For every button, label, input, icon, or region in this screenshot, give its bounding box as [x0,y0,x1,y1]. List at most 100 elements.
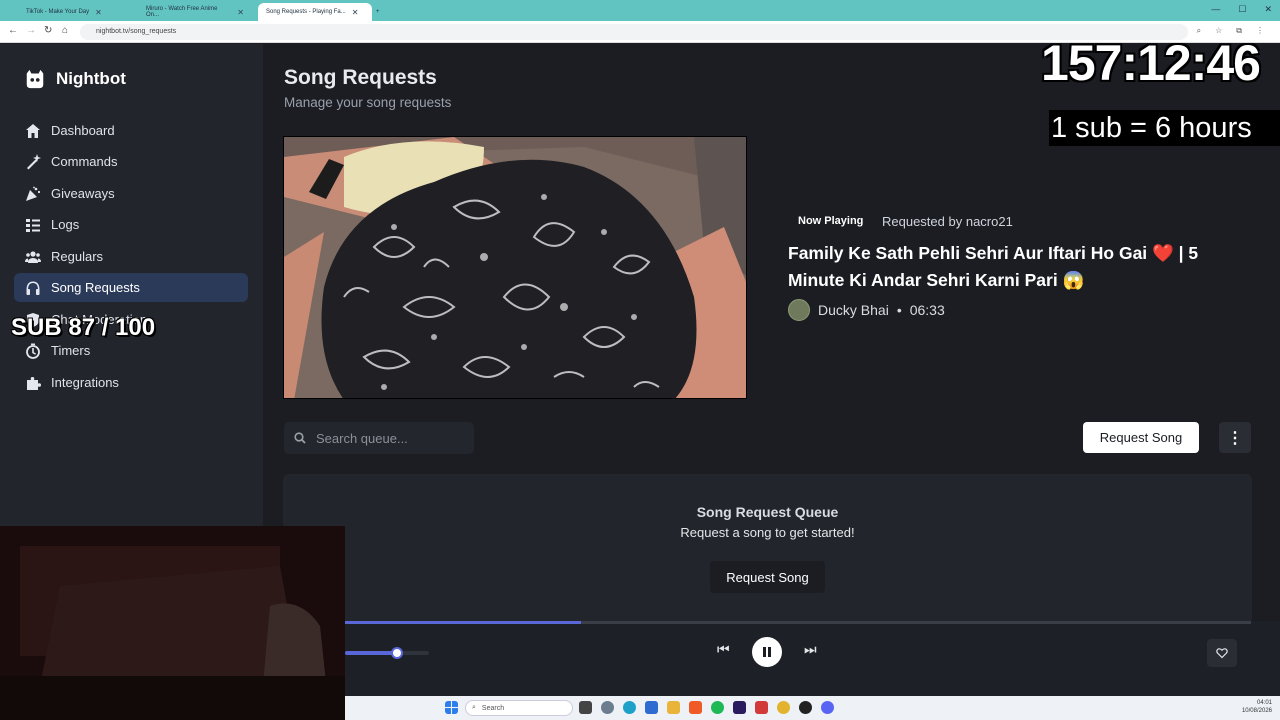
taskbar: ⌕ Search 04:01 10/08/2026 [345,696,1280,720]
sub-goal-overlay: SUB 87 / 100 [11,314,156,341]
clock-icon [26,343,40,359]
premiere-icon[interactable] [733,701,746,714]
progress-bar[interactable] [345,621,1251,624]
close-icon[interactable]: ✕ [237,8,244,17]
next-icon[interactable]: ⏭ [804,641,817,658]
channel-avatar [788,299,810,321]
volume-knob[interactable] [391,647,404,659]
settings-icon[interactable] [601,701,614,714]
request-song-button[interactable]: Request Song [1083,422,1199,453]
magic-wand-icon [27,153,41,169]
separator-dot: • [896,302,902,318]
minimize-icon[interactable]: — [1211,4,1220,15]
video-player[interactable] [283,136,747,399]
close-icon[interactable]: ✕ [95,8,102,17]
tab-title: Miruro - Watch Free Anime On... [146,6,218,18]
sidebar-item-commands[interactable]: Commands [14,147,248,176]
sidebar-item-dashboard[interactable]: Dashboard [14,116,248,145]
url-text: nightbot.tv/song_requests [96,28,177,35]
queue-empty-text: Request a song to get started! [680,525,855,540]
taskbar-clock[interactable]: 04:01 10/08/2026 [1242,699,1272,715]
heart-icon [1216,648,1228,659]
edge-icon[interactable] [623,701,636,714]
close-icon[interactable]: ✕ [352,8,359,17]
queue-search[interactable] [284,422,474,454]
windows-start-icon[interactable] [445,701,458,714]
file-explorer-icon[interactable] [667,701,680,714]
sidebar-item-giveaways[interactable]: Giveaways [14,179,248,208]
volume-fill [345,651,398,655]
clock-time: 04:01 [1256,700,1272,706]
list-icon [26,218,40,232]
channel-info: Ducky Bhai • 06:33 [788,299,945,321]
browser-tab-active[interactable]: Song Requests - Playing Fa... ✕ [258,3,372,21]
search-icon: ⌕ [472,704,476,711]
previous-icon[interactable]: ⏮ [717,641,730,658]
page-title: Song Requests [284,66,437,89]
sidebar-item-label: Giveaways [51,186,115,201]
chrome-icon[interactable] [777,701,790,714]
spotify-icon[interactable] [711,701,724,714]
task-view-icon[interactable] [579,701,592,714]
queue-request-song-button[interactable]: Request Song [710,561,825,593]
obs-icon[interactable] [799,701,812,714]
sidebar-item-integrations[interactable]: Integrations [14,368,248,397]
channel-name[interactable]: Ducky Bhai [818,302,889,318]
progress-fill [345,621,581,624]
taskbar-search[interactable]: ⌕ Search [465,700,573,716]
url-field[interactable]: nightbot.tv/song_requests [80,24,1188,40]
song-duration: 06:33 [909,302,945,318]
new-tab-button[interactable]: + [376,3,380,21]
antivirus-icon[interactable] [755,701,768,714]
browser-tab[interactable]: Miruro - Watch Free Anime On... ✕ [138,3,252,21]
video-frame-image [284,137,746,398]
requested-by: Requested by nacro21 [882,214,1013,229]
volume-slider[interactable] [345,647,429,659]
queue-title: Song Request Queue [696,504,839,520]
store-icon[interactable] [645,701,658,714]
close-window-icon[interactable]: ✕ [1264,4,1272,15]
nightbot-logo-icon [26,69,44,89]
pause-icon [763,647,771,657]
more-options-button[interactable]: ⋮ [1219,422,1251,453]
song-request-queue: Song Request Queue Request a song to get… [283,474,1252,624]
webcam-image [0,526,345,720]
favorite-button[interactable] [1207,639,1237,667]
back-icon[interactable]: ← [8,25,18,36]
subathon-timer-overlay: 157:12:46 [1041,35,1261,91]
brave-icon[interactable] [689,701,702,714]
brand[interactable]: Nightbot [24,68,126,90]
maximize-icon[interactable]: ☐ [1238,4,1246,15]
brand-name: Nightbot [56,69,126,88]
sidebar-item-label: Regulars [51,249,104,264]
browser-tab-bar: TikTok - Make Your Day ✕ Miruro - Watch F… [0,0,1280,21]
sidebar-item-label: Logs [51,217,80,232]
clock-date: 10/08/2026 [1241,708,1272,714]
sidebar-item-song-requests[interactable]: Song Requests [14,273,248,302]
song-title[interactable]: Family Ke Sath Pehli Sehri Aur Iftari Ho… [788,240,1228,294]
party-popper-icon [26,186,41,201]
discord-icon[interactable] [821,701,834,714]
search-icon [294,432,306,444]
kebab-icon: ⋮ [1227,429,1243,447]
sidebar-item-label: Dashboard [51,123,115,138]
home-browser-icon[interactable]: ⌂ [62,25,68,36]
now-playing-badge: Now Playing [798,215,864,227]
sidebar-item-label: Timers [51,343,91,358]
window-controls: — ☐ ✕ [1211,4,1272,15]
reload-icon[interactable]: ↻ [44,25,52,36]
forward-icon[interactable]: → [26,25,36,36]
sidebar-item-logs[interactable]: Logs [14,210,248,239]
browser-tab[interactable]: TikTok - Make Your Day ✕ [18,3,130,21]
taskbar-search-label: Search [481,704,505,712]
sub-rule-overlay: 1 sub = 6 hours [1049,110,1280,146]
pause-button[interactable] [752,637,782,667]
sidebar-item-label: Song Requests [51,280,140,295]
sidebar-item-regulars[interactable]: Regulars [14,242,248,271]
home-icon [26,123,40,138]
search-input[interactable] [316,430,466,446]
headphones-icon [26,281,40,295]
webcam-overlay [0,526,345,720]
plus-icon: + [376,9,380,15]
player-controls: ⏮ ⏭ [345,621,1280,696]
